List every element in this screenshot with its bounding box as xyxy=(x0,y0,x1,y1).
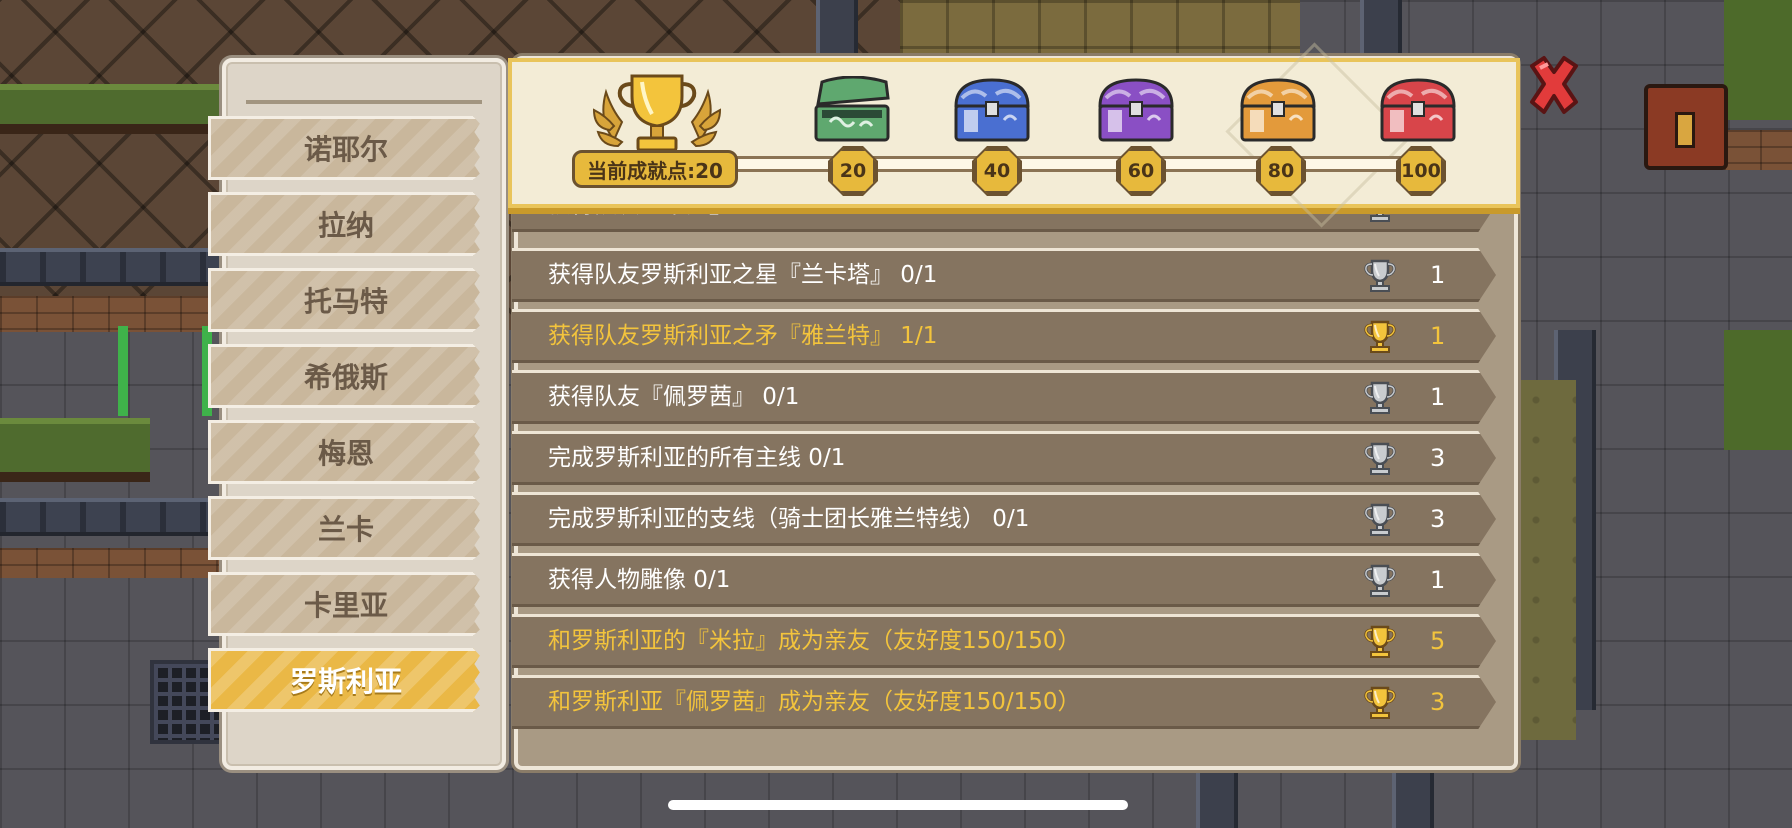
purple-chest-icon[interactable] xyxy=(1094,76,1178,144)
red-chest-icon[interactable] xyxy=(1376,76,1460,144)
region-tab[interactable]: 托马特 xyxy=(208,268,480,332)
achievement-text: 获得队友罗斯利亚之星『兰卡塔』 0/1 xyxy=(548,262,938,288)
hedge xyxy=(0,84,230,134)
achievement-points: 1 xyxy=(1430,383,1446,411)
achievement-row[interactable]: 完成罗斯利亚的支线（骑士团长雅兰特线） 0/1 3 xyxy=(512,492,1496,546)
brick-wall xyxy=(0,548,230,578)
achievement-text: 和罗斯利亚『佩罗茜』成为亲友（友好度150/150） xyxy=(548,689,1081,715)
achievement-text: 完成罗斯利亚的支线（骑士团长雅兰特线） 0/1 xyxy=(548,506,1030,532)
pipe xyxy=(816,0,858,58)
achievement-text: 获得队友罗斯利亚之矛『雅兰特』 1/1 xyxy=(548,323,938,349)
gold-trophy-icon xyxy=(1364,686,1396,719)
close-icon[interactable] xyxy=(1526,54,1582,116)
green-chest-icon[interactable] xyxy=(810,76,894,144)
milestone-value: 20 xyxy=(830,148,876,194)
map-treasure-chest xyxy=(1644,84,1728,170)
hedge xyxy=(0,418,150,482)
region-tab[interactable]: 卡里亚 xyxy=(208,572,480,636)
achievement-points: 3 xyxy=(1430,444,1446,472)
achievement-points: 3 xyxy=(1430,688,1446,716)
milestone-value: 40 xyxy=(974,148,1020,194)
region-tab[interactable]: 诺耶尔 xyxy=(208,116,480,180)
brick-wall xyxy=(1724,130,1792,170)
gold-trophy-icon xyxy=(1364,320,1396,353)
silver-trophy-icon xyxy=(1370,212,1390,222)
green-wall xyxy=(1724,330,1792,450)
gold-trophy-laurel-icon xyxy=(592,74,722,152)
achievement-text: 完成罗斯利亚的所有主线 0/1 xyxy=(548,445,846,471)
rail xyxy=(0,248,240,286)
achievement-points: 1 xyxy=(1430,261,1446,289)
npc-health-bar xyxy=(118,326,128,416)
region-tab[interactable]: 罗斯利亚 xyxy=(208,648,480,712)
achievement-points: 5 xyxy=(1430,627,1446,655)
achievement-text: 获得人物雕像 0/1 xyxy=(548,567,731,593)
achievement-row[interactable]: 获得队友罗斯利亚之星『兰卡塔』 0/1 1 xyxy=(512,248,1496,302)
achievement-points: 1 xyxy=(1430,566,1446,594)
wooden-floor xyxy=(900,0,1300,58)
grass-floor xyxy=(1516,380,1576,740)
region-tab[interactable]: 拉纳 xyxy=(208,192,480,256)
achievement-text: 和罗斯利亚的『米拉』成为亲友（友好度150/150） xyxy=(548,628,1081,654)
achievement-row[interactable]: 完成罗斯利亚的所有主线 0/1 3 xyxy=(512,431,1496,485)
green-wall xyxy=(1724,0,1792,120)
home-indicator[interactable] xyxy=(668,800,1128,810)
milestone-value: 80 xyxy=(1258,148,1304,194)
achievement-row[interactable]: 获得队友罗斯利亚之矛『雅兰特』 1/1 1 xyxy=(512,309,1496,363)
panel-divider xyxy=(246,100,482,104)
current-points-badge: 当前成就点:20 xyxy=(572,150,738,188)
achievement-row[interactable]: 和罗斯利亚的『米拉』成为亲友（友好度150/150） 5 xyxy=(512,614,1496,668)
achievement-row[interactable]: 获得队友『米拉』 0/1 1 xyxy=(512,212,1496,232)
region-tab[interactable]: 兰卡 xyxy=(208,496,480,560)
achievement-points: 3 xyxy=(1430,505,1446,533)
milestone-value: 100 xyxy=(1398,148,1444,194)
achievement-row[interactable]: 获得人物雕像 0/1 1 xyxy=(512,553,1496,607)
brick-wall xyxy=(0,296,230,332)
silver-trophy-icon xyxy=(1364,381,1396,414)
achievement-row[interactable]: 获得队友『佩罗茜』 0/1 1 xyxy=(512,370,1496,424)
blue-chest-icon[interactable] xyxy=(950,76,1034,144)
pipe xyxy=(1360,0,1402,58)
achievement-text: 获得队友『佩罗茜』 0/1 xyxy=(548,384,800,410)
region-tab[interactable]: 希俄斯 xyxy=(208,344,480,408)
achievement-row[interactable]: 和罗斯利亚『佩罗茜』成为亲友（友好度150/150） 3 xyxy=(512,675,1496,729)
silver-trophy-icon xyxy=(1364,259,1396,292)
silver-trophy-icon xyxy=(1364,442,1396,475)
gold-trophy-icon xyxy=(1364,625,1396,658)
achievement-list[interactable]: 获得队友『米拉』 0/11获得队友罗斯利亚之星『兰卡塔』 0/11获得队友罗斯利… xyxy=(508,212,1498,752)
achievement-points: 1 xyxy=(1430,212,1445,229)
achievement-progress-header: 当前成就点:20 20 40 60 80 100 xyxy=(508,58,1520,208)
achievement-points: 1 xyxy=(1430,322,1446,350)
milestone-value: 60 xyxy=(1118,148,1164,194)
pipe xyxy=(1392,760,1434,828)
silver-trophy-icon xyxy=(1364,503,1396,536)
rail xyxy=(0,498,240,536)
region-tab[interactable]: 梅恩 xyxy=(208,420,480,484)
silver-trophy-icon xyxy=(1364,564,1396,597)
pipe xyxy=(1196,760,1238,828)
achievement-text: 获得队友『米拉』 0/1 xyxy=(548,212,776,229)
orange-chest-icon[interactable] xyxy=(1236,76,1320,144)
